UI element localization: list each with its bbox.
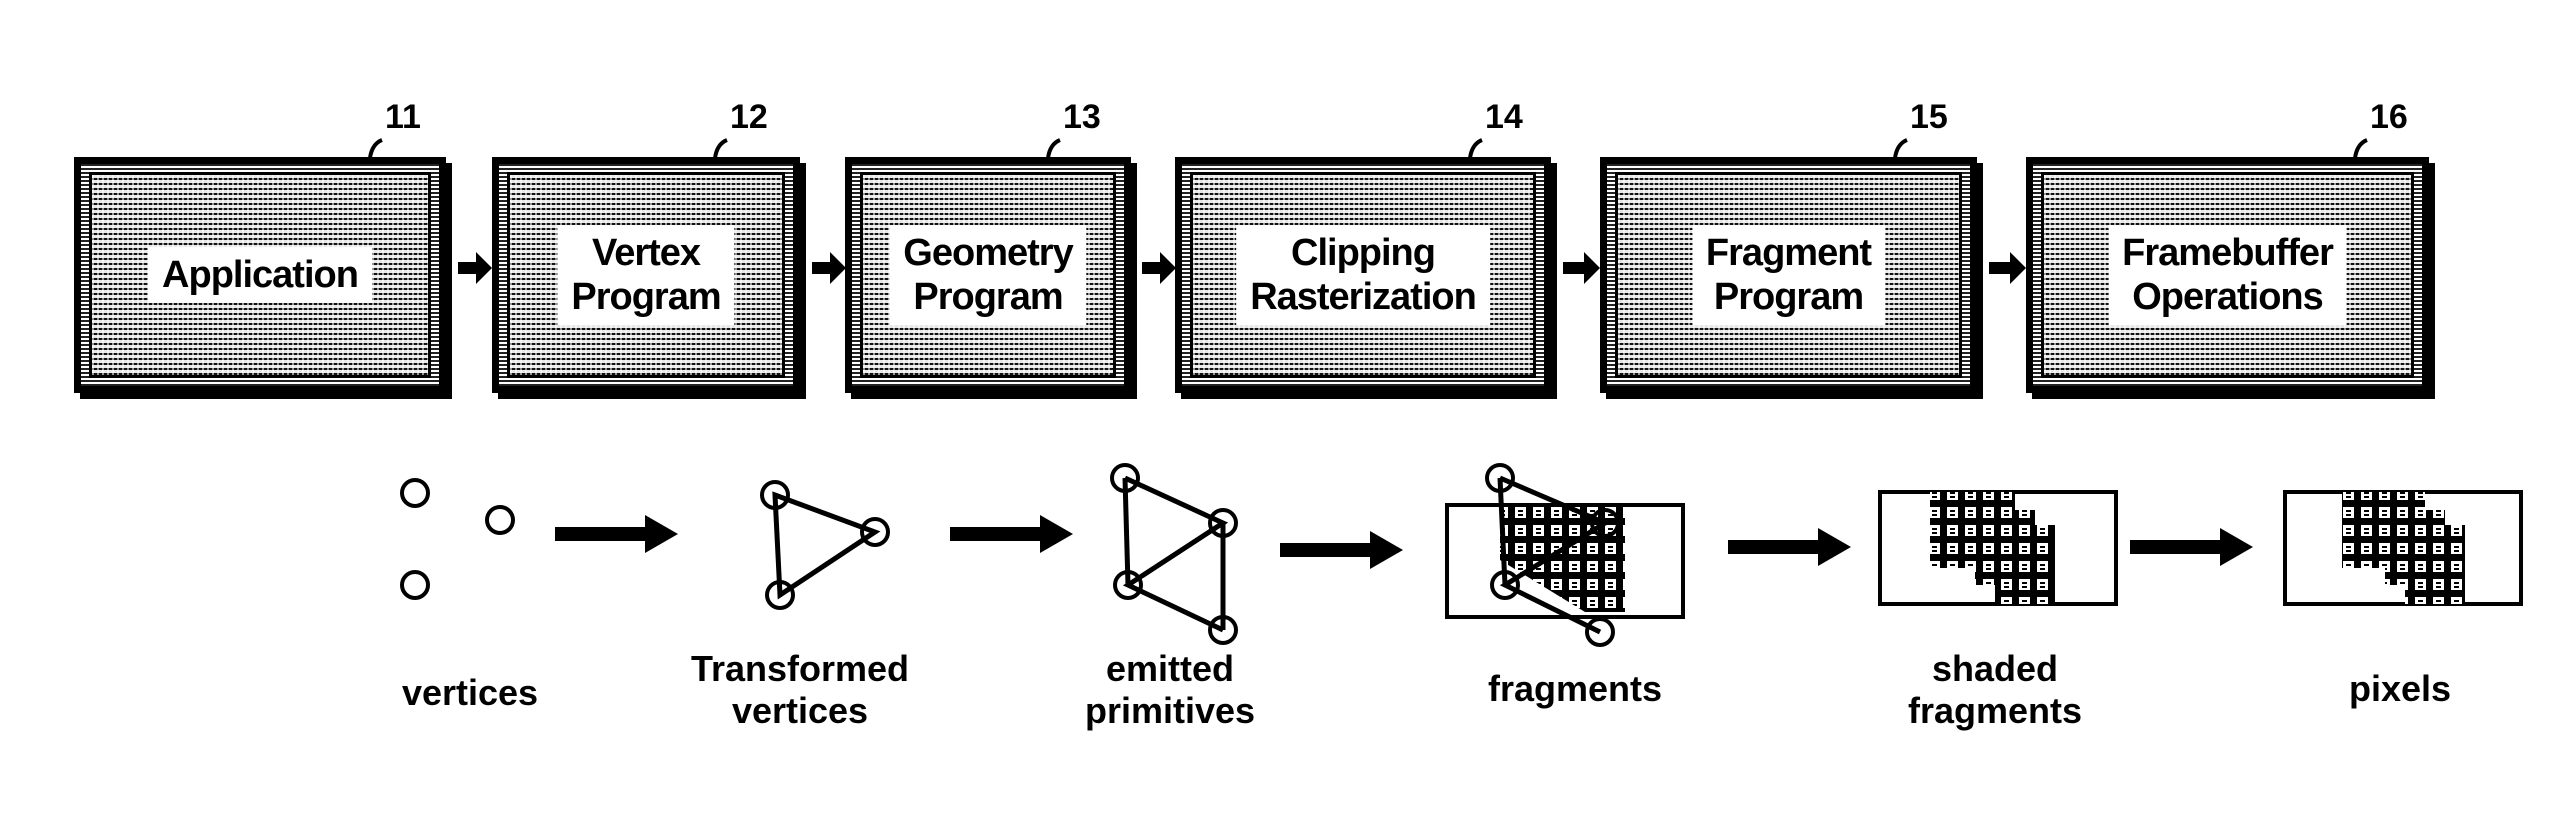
vertex-point xyxy=(485,505,515,535)
stage-application: Application xyxy=(74,157,446,393)
ref-number-16: 16 xyxy=(2370,98,2408,136)
ref-number-13: 13 xyxy=(1063,98,1101,136)
leader-15 xyxy=(1893,138,1908,159)
diagram-graphics xyxy=(368,138,2523,647)
stage-label: Application xyxy=(148,247,372,303)
arrow-3-4 xyxy=(1142,252,1176,284)
leader-11 xyxy=(368,138,383,159)
ref-number-11: 11 xyxy=(385,98,421,136)
stage-label: Geometry Program xyxy=(889,225,1087,325)
arrow-2-3 xyxy=(812,252,846,284)
vertex-point xyxy=(400,570,430,600)
stage-framebuffer-operations: Framebuffer Operations xyxy=(2026,157,2429,393)
caption-emitted-primitives: emitted primitives xyxy=(1084,648,1256,731)
arrow-transformed-emitted xyxy=(950,515,1073,553)
emitted-primitives-illustration xyxy=(1110,463,1238,645)
arrow-1-2 xyxy=(458,252,492,284)
pixel-grid xyxy=(2342,492,2465,604)
stage-label: Framebuffer Operations xyxy=(2108,225,2347,325)
stage-label: Vertex Program xyxy=(557,225,735,325)
stage-clipping-rasterization: Clipping Rasterization xyxy=(1175,157,1551,393)
leader-13 xyxy=(1046,138,1061,159)
triangle-strip xyxy=(1122,475,1229,633)
transformed-vertices-illustration xyxy=(760,480,890,610)
shaded-fragment-grid xyxy=(1930,492,2055,604)
shaded-fragments-illustration xyxy=(1878,490,2118,606)
vertex-point xyxy=(400,478,430,508)
arrow-4-5 xyxy=(1563,252,1600,284)
transformed-triangle xyxy=(772,491,881,600)
stage-geometry-program: Geometry Program xyxy=(845,157,1131,393)
arrow-vertices-transformed xyxy=(555,515,678,553)
arrow-shaded-pixels xyxy=(2130,528,2253,566)
stage-label: Fragment Program xyxy=(1691,225,1886,325)
leader-16 xyxy=(2353,138,2368,159)
caption-pixels: pixels xyxy=(2348,668,2452,709)
stage-fragment-program: Fragment Program xyxy=(1600,157,1977,393)
caption-vertices: vertices xyxy=(401,672,539,713)
fragments-illustration xyxy=(1445,463,1685,647)
vertices-illustration xyxy=(400,478,515,600)
caption-transformed-vertices: Transformed vertices xyxy=(690,648,910,731)
ref-number-15: 15 xyxy=(1910,98,1948,136)
pixels-illustration xyxy=(2283,490,2523,606)
arrow-5-6 xyxy=(1989,252,2026,284)
graphics-pipeline-diagram: 11 12 13 14 15 16 Application Vertex Pro… xyxy=(0,0,2559,824)
caption-shaded-fragments: shaded fragments xyxy=(1907,648,2083,731)
caption-fragments: fragments xyxy=(1487,668,1663,709)
stage-vertex-program: Vertex Program xyxy=(492,157,800,393)
stage-label: Clipping Rasterization xyxy=(1236,225,1490,325)
ref-number-12: 12 xyxy=(730,98,768,136)
arrow-fragments-shaded xyxy=(1728,528,1851,566)
arrow-emitted-fragments xyxy=(1280,531,1403,569)
leader-14 xyxy=(1468,138,1483,159)
ref-number-14: 14 xyxy=(1485,98,1523,136)
leader-12 xyxy=(713,138,728,159)
reference-leaders xyxy=(368,138,2368,159)
